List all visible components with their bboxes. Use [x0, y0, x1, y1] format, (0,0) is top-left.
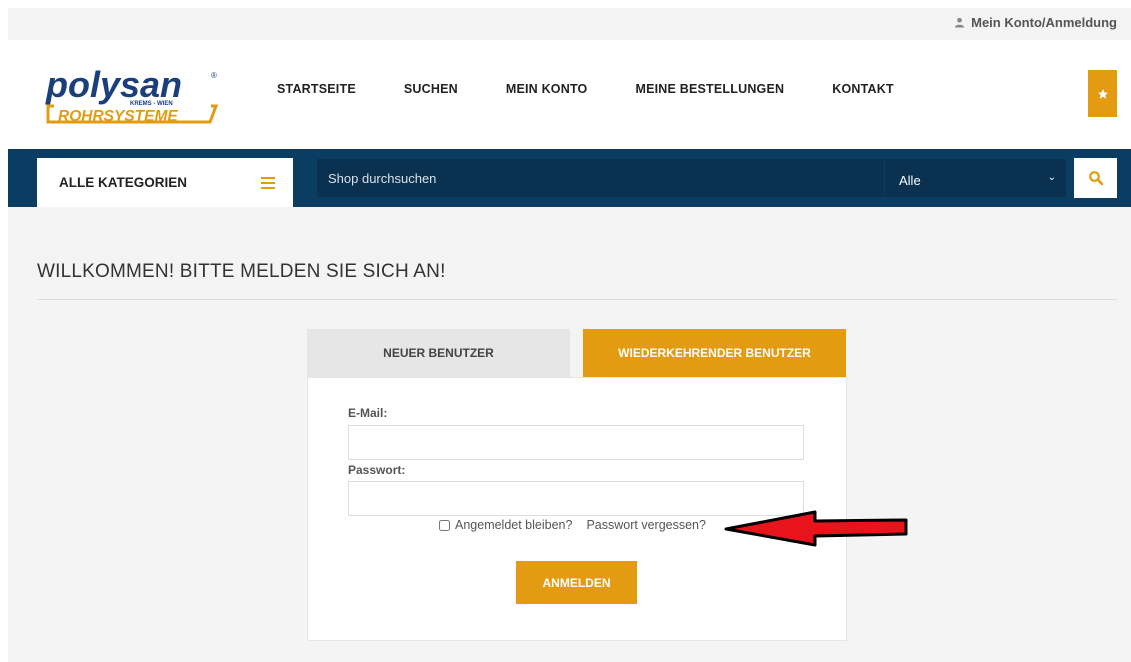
annotation-arrow-icon — [724, 510, 908, 547]
tab-new-user[interactable]: NEUER BENUTZER — [307, 329, 570, 377]
nav-startseite[interactable]: STARTSEITE — [277, 82, 356, 96]
email-label: E-Mail: — [348, 406, 388, 420]
login-form: E-Mail: Passwort: Angemeldet bleiben? Pa… — [307, 377, 847, 641]
search-button[interactable] — [1074, 158, 1117, 198]
search-icon — [1088, 171, 1103, 186]
search-input[interactable] — [317, 159, 884, 197]
search-scope-value: Alle — [899, 173, 921, 188]
search-bar: ALLE KATEGORIEN Alle ⌄ — [8, 149, 1131, 207]
page-title: WILLKOMMEN! BITTE MELDEN SIE SICH AN! — [37, 261, 446, 282]
logo-wordmark: polysan — [45, 68, 182, 105]
main-content: WILLKOMMEN! BITTE MELDEN SIE SICH AN! NE… — [8, 207, 1131, 662]
all-categories-button[interactable]: ALLE KATEGORIEN — [37, 158, 293, 207]
tab-returning-user[interactable]: WIEDERKEHRENDER BENUTZER — [583, 329, 846, 377]
email-field[interactable] — [348, 425, 804, 460]
remember-me-label[interactable]: Angemeldet bleiben? — [455, 518, 572, 532]
site-header: polysan ® KREMS - WIEN ROHRSYSTEME START… — [8, 40, 1131, 149]
logo-tagline: ROHRSYSTEME — [58, 108, 178, 125]
all-categories-label: ALLE KATEGORIEN — [59, 175, 187, 190]
password-label: Passwort: — [348, 463, 406, 477]
search-scope-select[interactable]: Alle ⌄ — [885, 159, 1066, 197]
chevron-down-icon: ⌄ — [1047, 172, 1056, 183]
main-nav: STARTSEITE SUCHEN MEIN KONTO MEINE BESTE… — [277, 82, 942, 96]
svg-text:®: ® — [211, 71, 217, 80]
remember-row: Angemeldet bleiben? Passwort vergessen? — [439, 518, 706, 532]
forgot-password-link[interactable]: Passwort vergessen? — [586, 518, 706, 532]
star-icon — [1097, 88, 1108, 99]
nav-mein-konto[interactable]: MEIN KONTO — [506, 82, 588, 96]
nav-meine-bestellungen[interactable]: MEINE BESTELLUNGEN — [635, 82, 784, 96]
favorites-button[interactable] — [1088, 70, 1117, 117]
hamburger-menu-icon — [261, 177, 275, 192]
login-tabs: NEUER BENUTZER WIEDERKEHRENDER BENUTZER — [307, 329, 846, 377]
nav-kontakt[interactable]: KONTAKT — [832, 82, 894, 96]
title-divider — [37, 299, 1117, 300]
top-bar: Mein Konto/Anmeldung — [8, 8, 1131, 40]
nav-suchen[interactable]: SUCHEN — [404, 82, 458, 96]
user-icon — [955, 17, 965, 28]
logo-subtext: KREMS - WIEN — [130, 101, 173, 107]
login-button[interactable]: ANMELDEN — [516, 561, 637, 604]
remember-me-checkbox[interactable] — [439, 519, 450, 531]
polysan-logo[interactable]: polysan ® KREMS - WIEN ROHRSYSTEME — [44, 64, 224, 128]
account-login-link[interactable]: Mein Konto/Anmeldung — [954, 15, 1117, 30]
logo-graphic: polysan ® KREMS - WIEN ROHRSYSTEME — [45, 64, 219, 125]
account-link-label: Mein Konto/Anmeldung — [971, 15, 1117, 30]
